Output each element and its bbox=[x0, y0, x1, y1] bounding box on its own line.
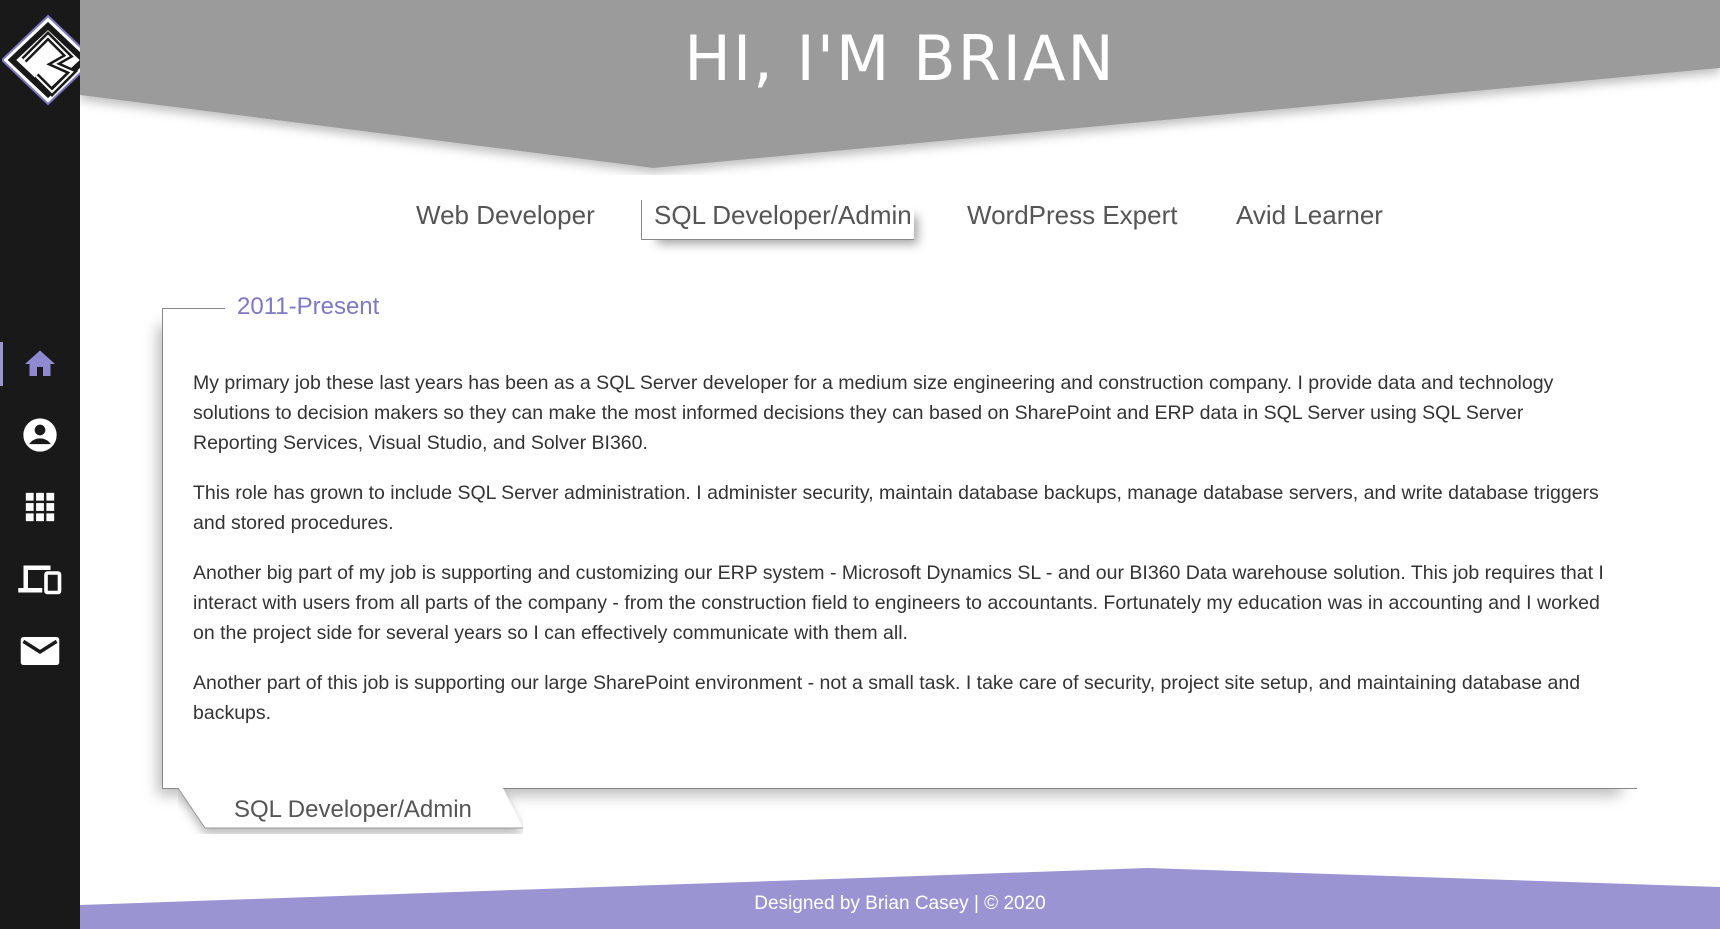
devices-icon bbox=[18, 565, 62, 595]
footer: Designed by Brian Casey | © 2020 bbox=[80, 865, 1720, 929]
footer-credit: Designed by Brian Casey | © 2020 bbox=[754, 893, 1046, 914]
sidebar-item-contact[interactable] bbox=[0, 623, 80, 679]
sidebar-item-services[interactable] bbox=[0, 551, 80, 607]
sidebar bbox=[0, 0, 96, 929]
role-tabs: Web Developer SQL Developer/Admin WordPr… bbox=[80, 200, 1720, 250]
page: HI, I'M BRIAN Web Developer SQL Develope… bbox=[0, 0, 1720, 929]
apps-grid-icon bbox=[25, 492, 55, 522]
account-icon bbox=[23, 418, 57, 452]
sidebar-item-home[interactable] bbox=[0, 336, 80, 392]
card-top-line bbox=[162, 308, 225, 309]
card-paragraph: Another part of this job is supporting o… bbox=[193, 672, 1581, 724]
card-paragraph: My primary job these last years has been… bbox=[193, 372, 1554, 454]
home-icon bbox=[25, 350, 55, 376]
sidebar-item-about[interactable] bbox=[0, 407, 80, 463]
page-title: HI, I'M BRIAN bbox=[684, 22, 1116, 95]
header: HI, I'M BRIAN bbox=[80, 0, 1720, 175]
card-paragraph: This role has grown to include SQL Serve… bbox=[193, 482, 1599, 534]
card-footer-label: SQL Developer/Admin bbox=[234, 796, 472, 823]
card-body: My primary job these last years has been… bbox=[193, 368, 1613, 748]
card-period: 2011-Present bbox=[237, 293, 380, 320]
sidebar-item-portfolio[interactable] bbox=[0, 479, 80, 535]
card-paragraph: Another big part of my job is supporting… bbox=[193, 562, 1604, 644]
tab-web-developer[interactable]: Web Developer bbox=[416, 200, 595, 231]
tab-wordpress-expert[interactable]: WordPress Expert bbox=[967, 200, 1177, 231]
mail-icon bbox=[20, 637, 60, 665]
tab-sql-developer-admin[interactable]: SQL Developer/Admin bbox=[641, 200, 914, 240]
tab-avid-learner[interactable]: Avid Learner bbox=[1236, 200, 1383, 231]
